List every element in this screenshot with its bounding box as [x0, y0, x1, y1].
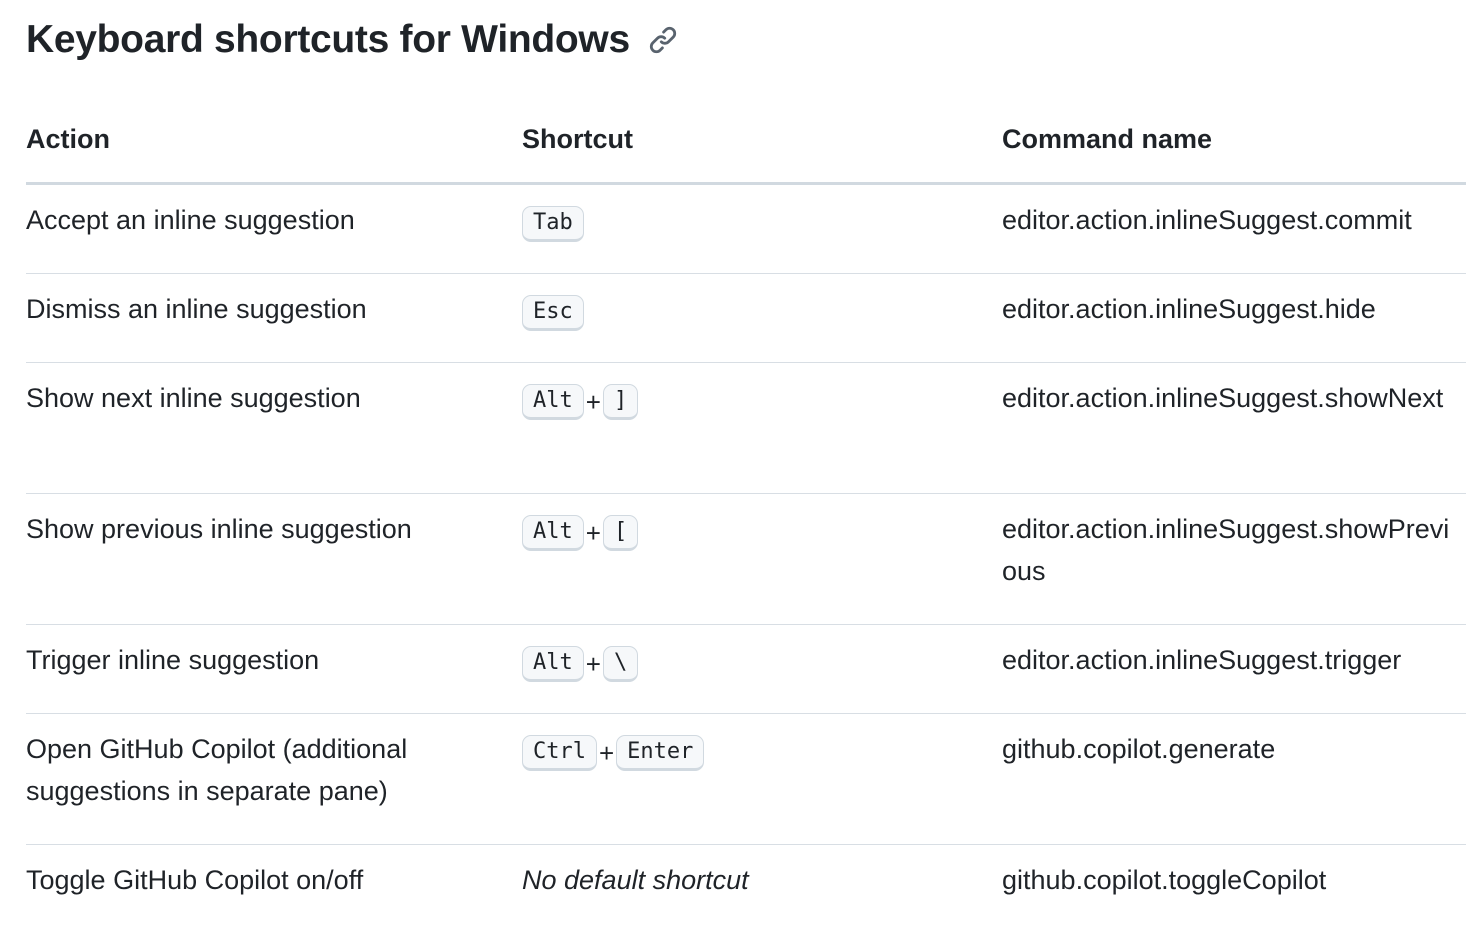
shortcut-cell: Ctrl + Enter: [522, 713, 1002, 845]
keyboard-key: \: [602, 646, 639, 682]
command-name: github.copilot.generate: [1002, 734, 1276, 764]
keyboard-key: [: [602, 515, 639, 551]
shortcut-cell: No default shortcut: [522, 845, 1002, 934]
action-text: Show previous inline suggestion: [26, 514, 412, 544]
action-text: Dismiss an inline suggestion: [26, 294, 367, 324]
no-shortcut-text: No default shortcut: [522, 865, 749, 895]
command-cell: github.copilot.generate: [1002, 713, 1466, 845]
table-header-row: Action Shortcut Command name: [26, 96, 1466, 185]
command-name: editor.action.inlineSuggest.commit: [1002, 205, 1412, 235]
command-name: editor.action.inlineSuggest.showPrevious: [1002, 514, 1450, 586]
keyboard-key: Tab: [522, 206, 584, 242]
keyboard-key: Esc: [522, 295, 584, 331]
action-cell: Open GitHub Copilot (additional suggesti…: [26, 713, 522, 845]
action-cell: Dismiss an inline suggestion: [26, 273, 522, 363]
command-cell: editor.action.inlineSuggest.trigger: [1002, 624, 1466, 714]
key-separator: +: [598, 738, 615, 768]
keyboard-key: Ctrl: [522, 735, 597, 771]
action-text: Toggle GitHub Copilot on/off: [26, 865, 364, 895]
link-icon[interactable]: [648, 25, 678, 55]
table-row: Dismiss an inline suggestion Esc editor.ac…: [26, 273, 1466, 363]
shortcut-cell: Esc: [522, 273, 1002, 363]
column-header-action: Action: [26, 96, 522, 185]
action-text: Accept an inline suggestion: [26, 205, 355, 235]
keyboard-key: Alt: [522, 646, 584, 682]
column-header-shortcut: Shortcut: [522, 96, 1002, 185]
key-combination: Tab: [522, 203, 1002, 245]
action-text: Open GitHub Copilot (additional suggesti…: [26, 734, 408, 806]
key-separator: +: [585, 387, 601, 417]
table-row: Toggle GitHub Copilot on/off No default s…: [26, 845, 1466, 934]
command-cell: editor.action.inlineSuggest.hide: [1002, 273, 1466, 363]
shortcut-cell: Alt +[: [522, 493, 1002, 625]
shortcut-cell: Tab: [522, 183, 1002, 274]
key-combination: Alt +]: [522, 381, 1002, 423]
page-title: Keyboard shortcuts for Windows: [26, 18, 630, 61]
table-row: Open GitHub Copilot (additional suggesti…: [26, 713, 1466, 845]
action-cell: Toggle GitHub Copilot on/off: [26, 845, 522, 934]
action-text: Show next inline suggestion: [26, 383, 361, 413]
keyboard-key: Alt: [522, 515, 584, 551]
command-name: github.copilot.toggleCopilot: [1002, 865, 1327, 895]
table-row: Show previous inline suggestion Alt +[edit…: [26, 493, 1466, 625]
keyboard-key: Enter: [616, 735, 705, 771]
command-name: editor.action.inlineSuggest.showNext: [1002, 383, 1444, 413]
command-name: editor.action.inlineSuggest.trigger: [1002, 645, 1402, 675]
action-cell: Accept an inline suggestion: [26, 183, 522, 274]
action-cell: Show previous inline suggestion: [26, 493, 522, 625]
key-combination: Alt +[: [522, 512, 1002, 554]
page: Keyboard shortcuts for Windows Action Sh…: [0, 0, 1482, 936]
command-cell: editor.action.inlineSuggest.commit: [1002, 183, 1466, 274]
key-combination: Alt + \: [522, 643, 1002, 685]
shortcut-cell: Alt +]: [522, 362, 1002, 494]
keyboard-key: ]: [602, 384, 639, 420]
command-cell: editor.action.inlineSuggest.showNext: [1002, 362, 1466, 494]
keyboard-key: Alt: [522, 384, 584, 420]
shortcuts-table: Action Shortcut Command name Accept an i…: [26, 96, 1466, 933]
key-separator: +: [585, 649, 601, 679]
command-cell: editor.action.inlineSuggest.showPrevious: [1002, 493, 1466, 625]
key-separator: +: [585, 518, 601, 548]
table-row: Trigger inline suggestion Alt + \ editor.act…: [26, 624, 1466, 714]
key-combination: Ctrl + Enter: [522, 732, 1002, 774]
column-header-command: Command name: [1002, 96, 1466, 185]
shortcut-cell: Alt + \: [522, 624, 1002, 714]
action-text: Trigger inline suggestion: [26, 645, 320, 675]
table-row: Accept an inline suggestion Tab editor.act…: [26, 183, 1466, 274]
table-row: Show next inline suggestion Alt +] editor.a…: [26, 362, 1466, 494]
action-cell: Show next inline suggestion: [26, 362, 522, 494]
action-cell: Trigger inline suggestion: [26, 624, 522, 714]
section-heading: Keyboard shortcuts for Windows: [26, 14, 678, 66]
command-cell: github.copilot.toggleCopilot: [1002, 845, 1466, 934]
key-combination: Esc: [522, 292, 1002, 334]
command-name: editor.action.inlineSuggest.hide: [1002, 294, 1376, 324]
